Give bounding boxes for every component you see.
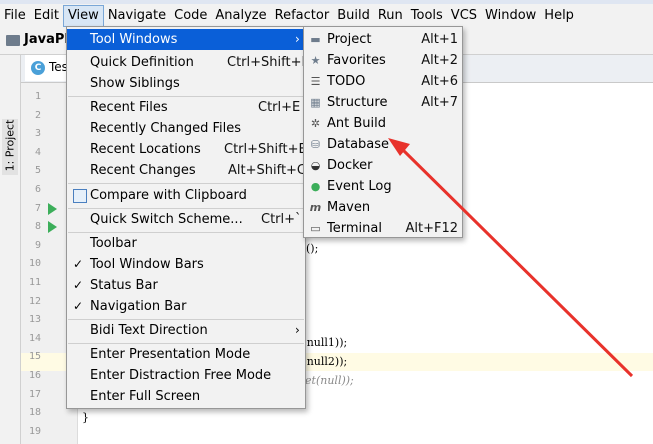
annotation-arrow-line <box>401 148 634 378</box>
annotation-arrow <box>388 138 634 378</box>
